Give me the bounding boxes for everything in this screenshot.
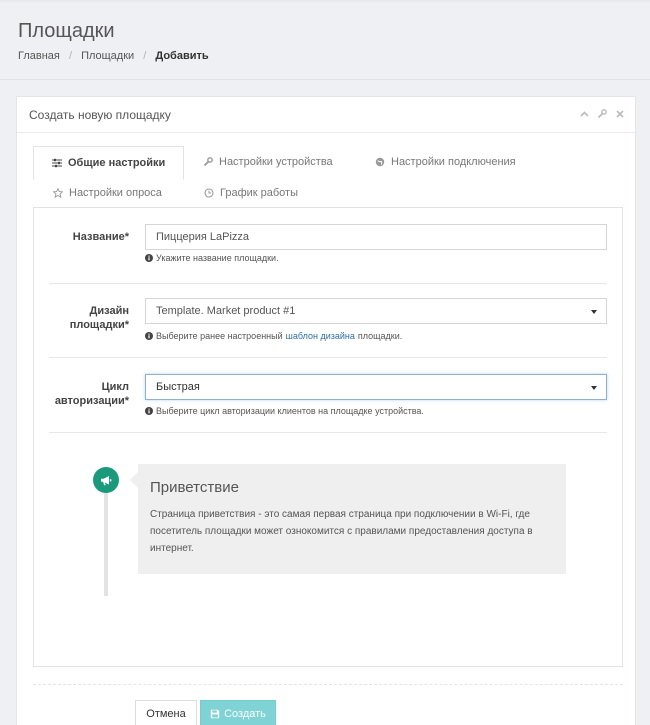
tab-work-schedule[interactable]: График работы <box>204 187 298 199</box>
wrench-icon <box>203 157 213 167</box>
info-icon <box>145 407 153 415</box>
timeline-line <box>104 478 108 596</box>
panel-tools <box>579 108 625 120</box>
tab-connection-settings[interactable]: Настройки подключения <box>375 156 516 168</box>
settings-tabs: Общие настройки Настройки устройства Нас… <box>33 146 623 208</box>
tab-general-settings[interactable]: Общие настройки <box>33 146 185 180</box>
caret-down-icon <box>591 310 597 314</box>
close-icon[interactable] <box>615 108 625 120</box>
welcome-timeline-item: Приветствие Страница приветствия - это с… <box>138 464 566 574</box>
name-help-text: Укажите название площадки. <box>156 253 279 263</box>
design-label-line2: площадки* <box>69 319 129 331</box>
design-help-before: Выберите ранее настроенный <box>156 331 283 341</box>
tab-label: Настройки опроса <box>69 187 162 199</box>
auth-cycle-select[interactable]: Быстрая <box>145 374 607 400</box>
breadcrumb-sites-link[interactable]: Площадки <box>81 50 134 62</box>
design-help: Выберите ранее настроенный шаблон дизайн… <box>145 331 402 341</box>
cancel-button-label: Отмена <box>146 708 186 720</box>
welcome-description: Страница приветствия - это самая первая … <box>150 509 533 554</box>
design-label: Дизайн площадки* <box>49 304 129 332</box>
design-form-group: Дизайн площадки* Template. Market produc… <box>49 284 607 358</box>
footer-divider <box>33 684 623 685</box>
panel-header: Создать новую площадку <box>17 97 635 133</box>
tab-label: График работы <box>220 187 298 199</box>
tab-survey-settings[interactable]: Настройки опроса <box>53 187 162 199</box>
info-icon <box>145 254 153 262</box>
tab-label: Настройки подключения <box>391 156 516 168</box>
panel-title: Создать новую площадку <box>29 108 171 122</box>
top-border <box>0 0 650 2</box>
cancel-button[interactable]: Отмена <box>135 700 197 725</box>
breadcrumb-current: Добавить <box>155 50 209 62</box>
design-label-line1: Дизайн <box>89 305 129 317</box>
create-site-panel: Создать новую площадку Общие настройки Н… <box>16 96 636 725</box>
chevron-up-icon[interactable] <box>579 108 589 120</box>
auth-cycle-help-text: Выберите цикл авторизации клиентов на пл… <box>156 406 424 416</box>
star-icon <box>53 188 63 198</box>
auth-cycle-label-line2: авторизации* <box>54 395 129 407</box>
bullhorn-icon <box>93 467 119 493</box>
create-button-label: Создать <box>224 708 266 720</box>
timeline-box-arrow <box>130 472 138 488</box>
tab-device-settings[interactable]: Настройки устройства <box>203 156 333 168</box>
breadcrumb: Главная / Площадки / Добавить <box>18 50 209 62</box>
caret-down-icon <box>591 386 597 390</box>
create-button[interactable]: Создать <box>200 700 276 725</box>
auth-cycle-select-value: Быстрая <box>156 381 200 393</box>
info-icon <box>145 332 153 340</box>
auth-cycle-help: Выберите цикл авторизации клиентов на пл… <box>145 406 424 416</box>
breadcrumb-separator: / <box>68 50 72 62</box>
auth-cycle-label-line1: Цикл <box>101 381 129 393</box>
save-icon <box>210 709 220 719</box>
tab-label: Настройки устройства <box>219 156 333 168</box>
globe-icon <box>375 157 385 167</box>
page-title: Площадки <box>18 20 115 42</box>
auth-cycle-form-group: Цикл авторизации* Быстрая Выберите цикл … <box>49 358 607 433</box>
name-form-group: Название* Пиццерия LaPizza Укажите назва… <box>49 208 607 284</box>
name-help: Укажите название площадки. <box>145 253 279 263</box>
welcome-title: Приветствие <box>150 479 239 496</box>
auth-cycle-label: Цикл авторизации* <box>49 380 129 408</box>
sliders-icon <box>52 158 62 168</box>
name-input[interactable]: Пиццерия LaPizza <box>145 224 607 250</box>
general-settings-pane: Название* Пиццерия LaPizza Укажите назва… <box>33 207 623 667</box>
name-label: Название* <box>72 231 129 243</box>
wrench-icon[interactable] <box>597 108 607 120</box>
design-help-after: площадки. <box>357 331 403 341</box>
header-divider <box>0 79 650 80</box>
design-select[interactable]: Template. Market product #1 <box>145 298 607 324</box>
tab-label: Общие настройки <box>68 157 166 169</box>
breadcrumb-home-link[interactable]: Главная <box>18 50 60 62</box>
breadcrumb-separator: / <box>143 50 147 62</box>
clock-icon <box>204 188 214 198</box>
design-select-value: Template. Market product #1 <box>156 305 296 317</box>
design-template-link[interactable]: шаблон дизайна <box>286 331 355 341</box>
